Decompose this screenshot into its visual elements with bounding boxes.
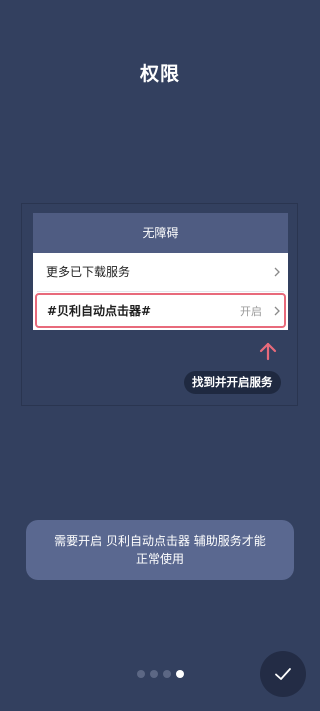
page-dot [150,670,158,678]
arrow-up-icon [259,341,277,361]
page-dot-active [176,670,184,678]
auto-clicker-service-row[interactable]: #贝利自动点击器# 开启 [35,293,286,328]
accessibility-settings-card: 无障碍 更多已下载服务 #贝利自动点击器# 开启 [33,213,288,330]
page-dot [137,670,145,678]
downloaded-services-row[interactable]: 更多已下载服务 [33,253,288,291]
chevron-right-icon [272,253,282,291]
row-divider [37,291,284,292]
service-status-label: 开启 [240,305,262,318]
accessibility-demo-panel: 无障碍 更多已下载服务 #贝利自动点击器# 开启 找到并开启服务 [21,203,298,406]
notice-line-1: 需要开启 贝利自动点击器 辅助服务才能 [54,534,266,548]
hint-pill: 找到并开启服务 [184,371,281,394]
confirm-button[interactable] [260,651,306,697]
downloaded-services-label: 更多已下载服务 [46,265,131,279]
auto-clicker-service-label: #贝利自动点击器# [47,304,152,318]
permission-notice: 需要开启 贝利自动点击器 辅助服务才能 正常使用 [26,520,294,580]
accessibility-header: 无障碍 [33,213,288,253]
page-title: 权限 [139,63,180,85]
chevron-right-icon [272,295,282,328]
notice-line-2: 正常使用 [135,552,184,566]
page-dot [163,670,171,678]
check-icon [275,668,291,680]
